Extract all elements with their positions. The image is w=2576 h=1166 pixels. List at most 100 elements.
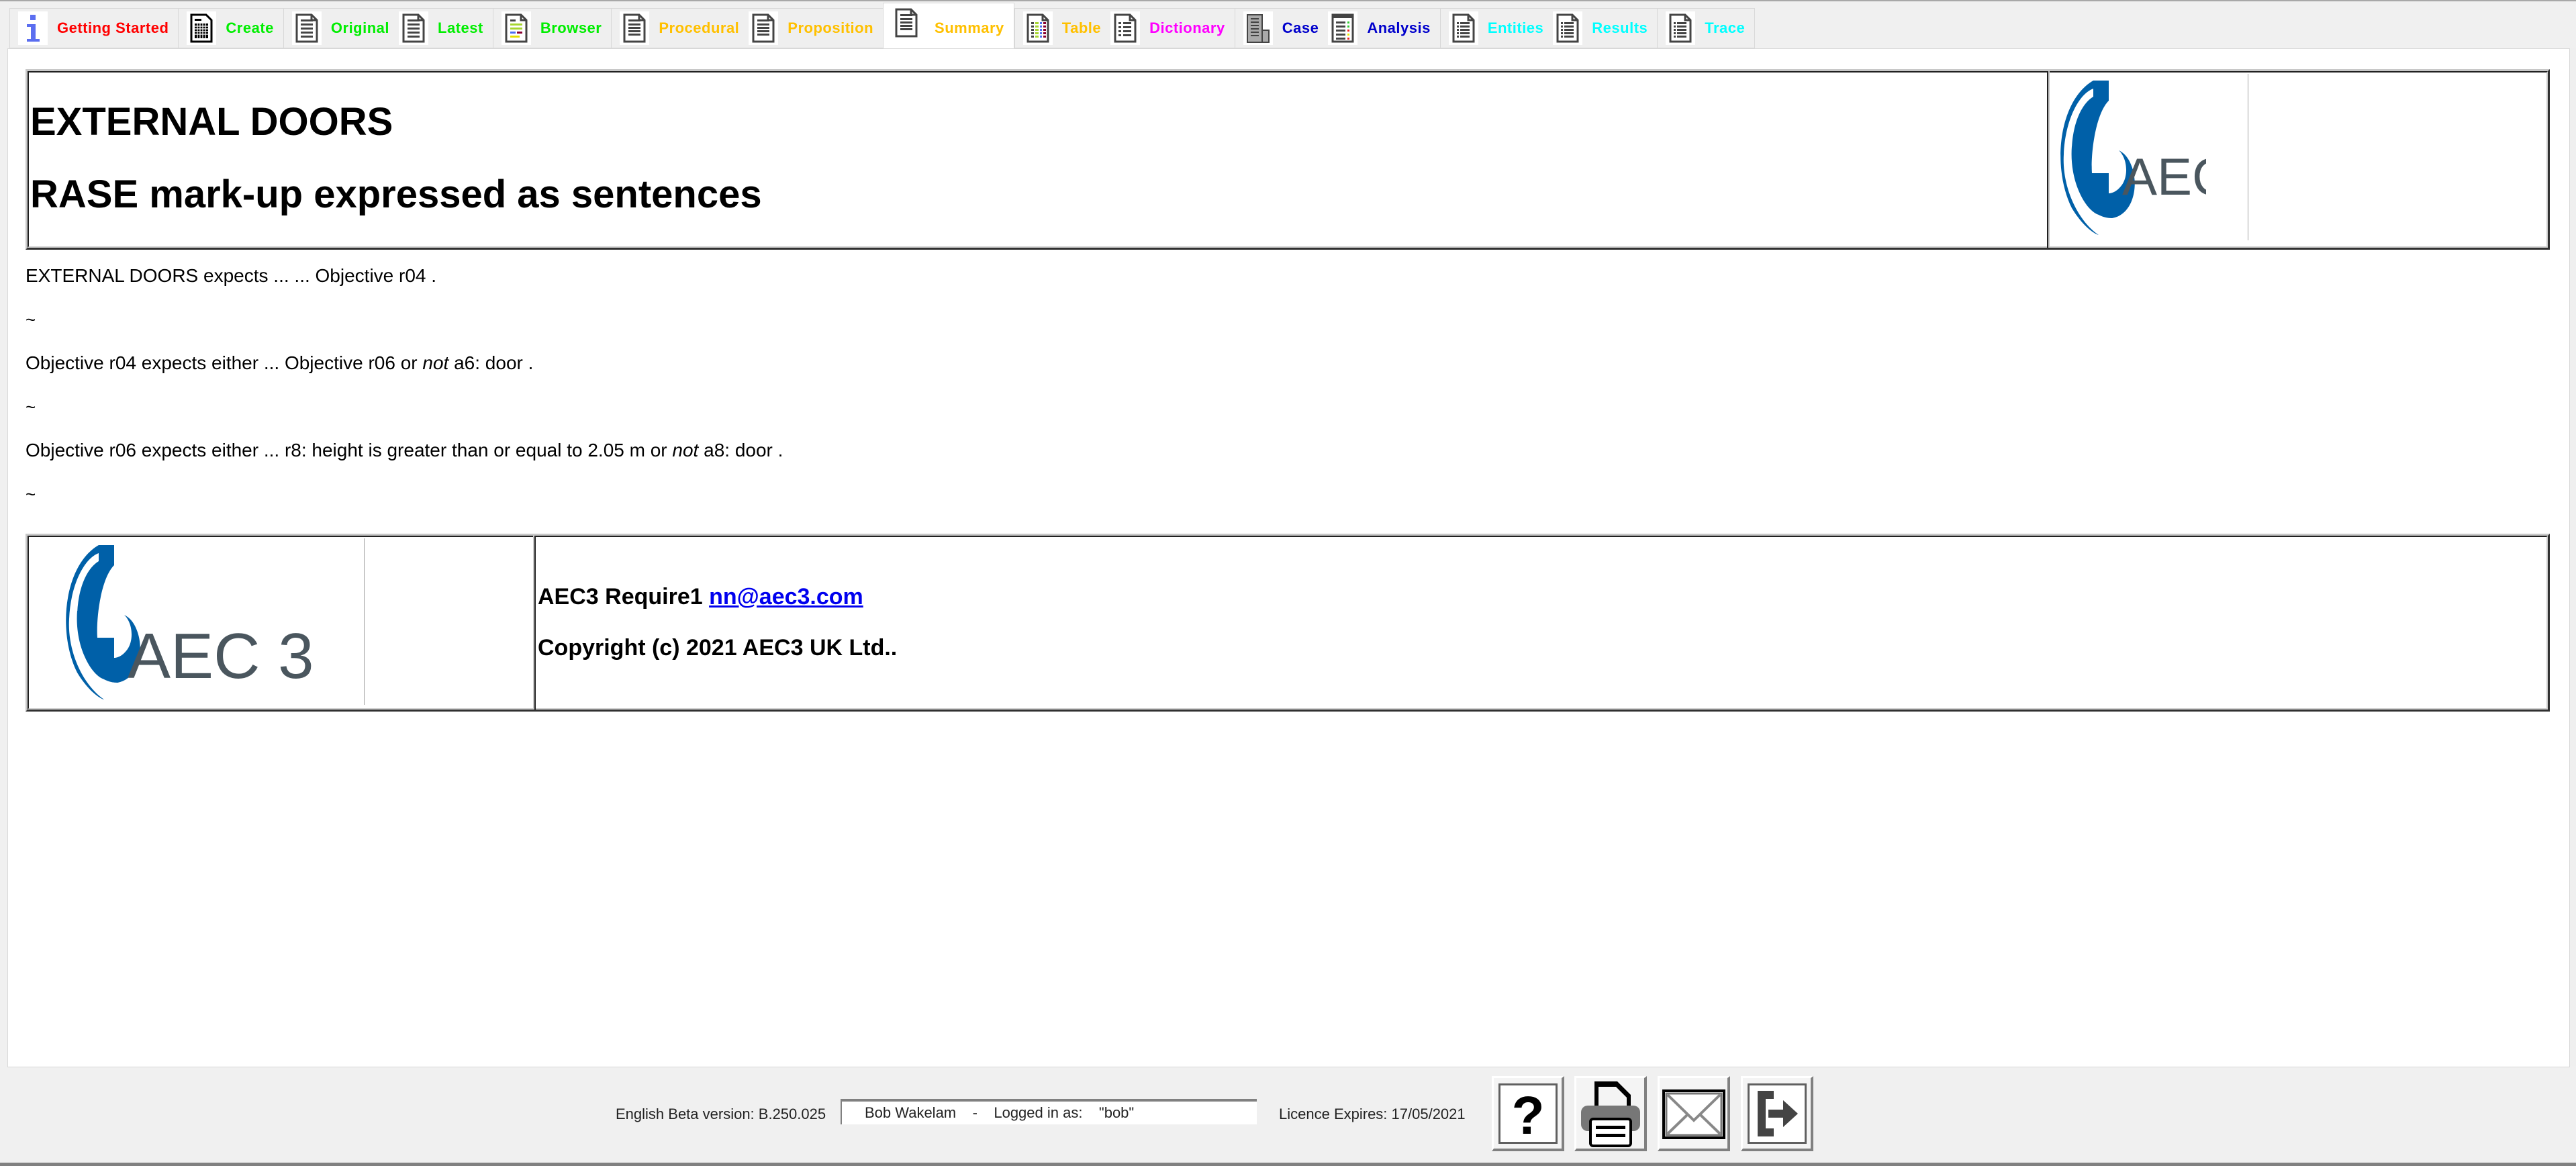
- document-bullets-icon: [1448, 11, 1478, 45]
- printer-icon: [1580, 1081, 1640, 1147]
- login-field: Bob Wakelam - Logged in as: "bob": [841, 1099, 1257, 1124]
- header-box: EXTERNAL DOORS RASE mark-up expressed as…: [26, 69, 2550, 250]
- sentence-text: Objective r06 expects either ... r8: hei…: [26, 440, 673, 460]
- svg-text:AEC 3: AEC 3: [128, 620, 314, 692]
- tab-label: Proposition: [788, 19, 874, 36]
- sentence-text: ~: [26, 397, 36, 417]
- document-bullets-icon: [1553, 11, 1583, 45]
- sentence-list: EXTERNAL DOORS expects ... ... Objective…: [26, 264, 783, 526]
- exit-icon: [1757, 1090, 1798, 1136]
- tab-group: Browser: [492, 8, 612, 48]
- tab-group: Summary: [883, 3, 1014, 50]
- svg-text:AEC 3: AEC 3: [2122, 147, 2206, 206]
- tab-browser[interactable]: Browser: [501, 9, 612, 48]
- email-button[interactable]: [1658, 1076, 1730, 1151]
- footer-box: AEC 3 AEC3 Require1 nn@aec3.com Copyrigh…: [26, 534, 2550, 712]
- tab-group: Getting Started: [9, 8, 179, 48]
- document-lines-icon: [291, 11, 322, 45]
- document-colored-icon: [501, 11, 531, 45]
- tab-label: Trace: [1705, 19, 1746, 36]
- tab-table[interactable]: Table: [1022, 9, 1110, 48]
- tab-group: Procedural Proposition: [611, 8, 884, 48]
- sentence-text: ~: [26, 484, 36, 504]
- tab-label: Procedural: [659, 19, 740, 36]
- tab-group: Trace: [1657, 8, 1756, 48]
- tab-label: Table: [1061, 19, 1102, 36]
- sentence-text: Objective r04 expects either ... Objecti…: [26, 352, 423, 373]
- document-table-icon: [1022, 11, 1053, 45]
- svg-text:?: ?: [1511, 1087, 1544, 1140]
- aec3-logo-icon: AEC 3: [2060, 81, 2273, 235]
- sentence-text: EXTERNAL DOORS expects ... ... Objective…: [26, 265, 437, 286]
- page-title: EXTERNAL DOORS: [30, 100, 393, 144]
- header-title-cell: EXTERNAL DOORS RASE mark-up expressed as…: [30, 71, 2044, 248]
- licence-label: Licence Expires: 17/05/2021: [1279, 1106, 1466, 1122]
- cell-divider: [2047, 71, 2050, 248]
- separator: ~: [26, 482, 783, 526]
- help-button[interactable]: ?: [1492, 1076, 1564, 1151]
- page-subtitle: RASE mark-up expressed as sentences: [30, 173, 762, 216]
- right-gutter: [2570, 48, 2576, 1066]
- sentence: EXTERNAL DOORS expects ... ... Objective…: [26, 264, 783, 307]
- tab-trace[interactable]: Trace: [1666, 9, 1754, 48]
- tab-entities[interactable]: Entities: [1448, 9, 1553, 48]
- building-icon: [1243, 11, 1273, 45]
- tab-analysis[interactable]: Analysis: [1328, 9, 1440, 48]
- tab-label: Dictionary: [1149, 19, 1225, 36]
- info-icon: [18, 11, 48, 45]
- tab-results[interactable]: Results: [1553, 9, 1657, 48]
- tab-latest[interactable]: Latest: [399, 9, 493, 48]
- email-link[interactable]: nn@aec3.com: [709, 584, 863, 610]
- tab-getting-started[interactable]: Getting Started: [18, 9, 178, 48]
- envelope-icon: [1662, 1089, 1725, 1139]
- tab-create[interactable]: Create: [187, 9, 283, 48]
- separator: ~: [26, 307, 783, 351]
- tab-label: Analysis: [1367, 19, 1431, 36]
- tab-original[interactable]: Original: [291, 9, 399, 48]
- tab-label: Getting Started: [57, 19, 169, 36]
- sentence-text: a6: door .: [448, 352, 534, 373]
- tab-group: Case Analysis: [1234, 8, 1440, 48]
- footer-info: AEC3 Require1 nn@aec3.com Copyright (c) …: [538, 584, 897, 686]
- window-top-border: [0, 0, 2576, 1]
- document-icon: [749, 11, 779, 45]
- tab-label: Results: [1592, 19, 1648, 36]
- separator: ~: [26, 395, 783, 438]
- document-analysis-icon: [1328, 11, 1358, 45]
- tab-group: Create: [178, 8, 283, 48]
- window-bottom-border: [0, 1163, 2576, 1166]
- content-panel: EXTERNAL DOORS RASE mark-up expressed as…: [7, 48, 2570, 1067]
- tab-group: Original Latest: [283, 8, 493, 48]
- tab-bar: Getting Started Create Original Latest Brows…: [9, 3, 1756, 50]
- document-bullets-icon: [1666, 11, 1696, 45]
- tab-label: Summary: [935, 19, 1004, 36]
- tab-dictionary[interactable]: Dictionary: [1110, 9, 1235, 48]
- sentence-text: ~: [26, 309, 36, 330]
- document-list-icon: [1110, 11, 1141, 45]
- tab-summary[interactable]: Summary: [892, 6, 1014, 40]
- sentence: Objective r04 expects either ... Objecti…: [26, 351, 783, 395]
- tab-proposition[interactable]: Proposition: [749, 9, 883, 48]
- status-bar: English Beta version: B.250.025 Bob Wake…: [0, 1067, 2576, 1166]
- tab-case[interactable]: Case: [1243, 9, 1329, 48]
- document-grid-icon: [187, 11, 217, 45]
- tab-label: Case: [1282, 19, 1319, 36]
- sentence-text: a8: door .: [698, 440, 783, 460]
- tab-label: Create: [226, 19, 274, 36]
- sentence: Objective r06 expects either ... r8: hei…: [26, 438, 783, 482]
- exit-button[interactable]: [1741, 1076, 1813, 1151]
- document-lines-icon: [399, 11, 429, 45]
- tab-label: Browser: [540, 19, 602, 36]
- emphasis: not: [672, 440, 699, 460]
- emphasis: not: [422, 352, 449, 373]
- aec3-footer-logo: AEC 3: [30, 538, 365, 705]
- tab-label: Original: [330, 19, 390, 36]
- copyright: Copyright (c) 2021 AEC3 UK Ltd..: [538, 635, 898, 661]
- tab-procedural[interactable]: Procedural: [620, 9, 749, 48]
- aec3-logo-icon: AEC 3: [66, 545, 314, 699]
- document-icon: [892, 6, 922, 40]
- document-icon: [620, 11, 650, 45]
- print-button[interactable]: [1574, 1076, 1647, 1151]
- cell-divider: [533, 536, 536, 710]
- tab-label: Entities: [1487, 19, 1544, 36]
